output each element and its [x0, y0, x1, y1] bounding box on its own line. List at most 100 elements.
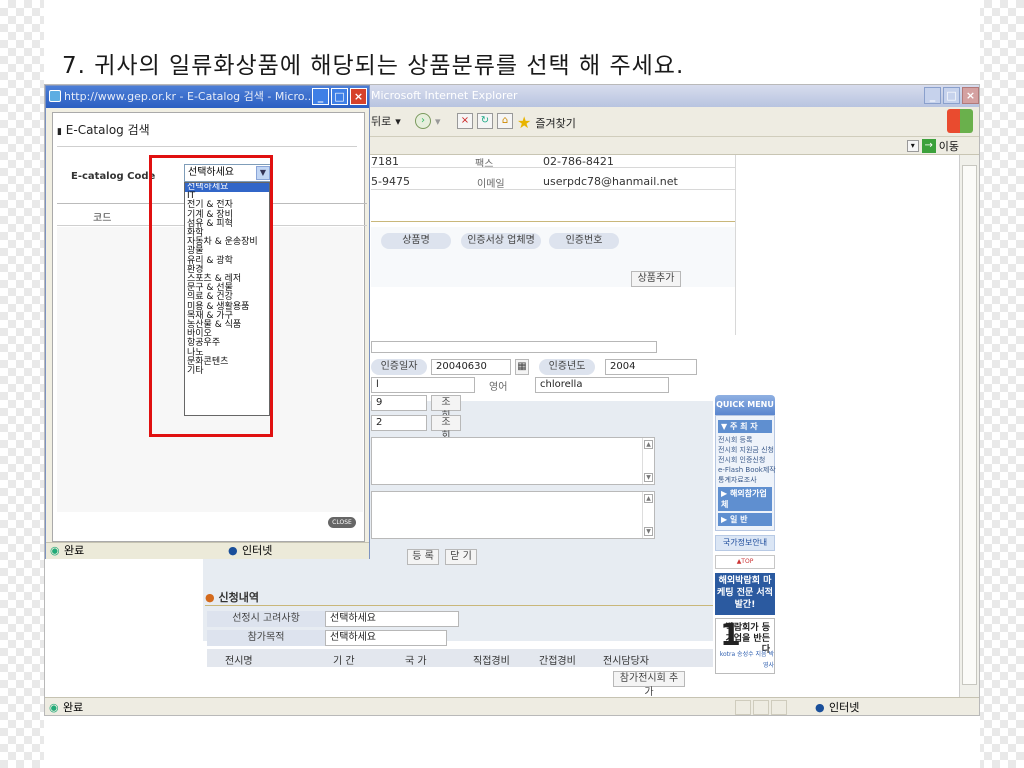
lookup-input[interactable]: 2	[371, 415, 427, 431]
maximize-button[interactable]: □	[943, 87, 960, 104]
cert-date-label: 인증일자	[371, 359, 427, 375]
popup-status-bar: ◉ 완료 ● 인터넷	[46, 542, 369, 559]
popup-maximize-button[interactable]: □	[331, 88, 348, 105]
refresh-icon: ↻	[477, 113, 493, 129]
add-product-button[interactable]: 상품추가	[631, 271, 681, 287]
code-header: 코드	[93, 213, 112, 224]
english-input[interactable]: chlorella	[535, 377, 669, 393]
mobile-value: 5-9475	[371, 175, 410, 188]
book-ad-card[interactable]: 1 박람회가 등기업을 반든다 kotra 송성수 지음 박영사	[715, 618, 775, 674]
divider	[205, 605, 713, 606]
popup-status-zone: 인터넷	[242, 544, 273, 557]
highlight-box	[149, 155, 273, 437]
cert-year-label: 인증년도	[539, 359, 595, 375]
purpose-select-value: 선택하세요	[330, 632, 376, 643]
refresh-button[interactable]: ↻	[477, 113, 493, 129]
exhibit-header: 전시명	[225, 656, 253, 667]
email-value: userpdc78@hanmail.net	[543, 175, 678, 188]
header-product-name: 상품명	[381, 233, 451, 249]
popup-close-button[interactable]: ×	[350, 88, 367, 105]
top-button[interactable]: ▲TOP	[715, 555, 775, 569]
quick-menu-item[interactable]: 전시회 지원금 신청	[718, 445, 774, 455]
status-done: 완료	[63, 701, 84, 714]
ie-title-text: Microsoft Internet Explorer	[371, 89, 518, 102]
ie-icon	[49, 90, 61, 102]
quick-menu-section[interactable]: ▼ 주 최 자	[718, 420, 772, 433]
consider-select-value: 선택하세요	[330, 613, 376, 624]
status-pane	[771, 700, 787, 715]
home-button[interactable]: ⌂	[497, 113, 513, 129]
page-scrollbar[interactable]	[959, 155, 979, 697]
stop-button[interactable]: ×	[457, 113, 473, 129]
book-ad-banner[interactable]: 해외박람회 마케팅 전문 서적 발간!	[715, 573, 775, 615]
text-input[interactable]	[371, 341, 657, 353]
quick-menu-header: QUICK MENU	[715, 395, 775, 415]
quick-menu-section[interactable]: ▶ 해외참가업체	[718, 487, 772, 511]
description-textarea[interactable]: ▲ ▼	[371, 491, 655, 539]
cert-date-input[interactable]: 20040630	[431, 359, 511, 375]
forward-button[interactable]: › ▾	[415, 113, 441, 129]
divider	[735, 155, 736, 335]
popup-heading: ▮ E-Catalog 검색	[57, 121, 150, 138]
exhibit-header: 국 가	[405, 656, 427, 667]
close-button[interactable]: ×	[962, 87, 979, 104]
dropdown-icon: ▾	[906, 140, 919, 152]
purpose-select[interactable]: 선택하세요	[325, 630, 447, 646]
page-done-icon: ◉	[50, 544, 60, 557]
minimize-button[interactable]: _	[924, 87, 941, 104]
go-label: 이동	[938, 140, 959, 153]
country-info-button[interactable]: 국가정보안내	[715, 535, 775, 551]
back-label: 뒤로	[371, 115, 392, 128]
popup-minimize-button[interactable]: _	[312, 88, 329, 105]
status-pane	[753, 700, 769, 715]
globe-icon: ●	[815, 701, 825, 714]
popup-title-bar: http://www.gep.or.kr - E-Catalog 검색 - Mi…	[46, 86, 369, 108]
close-form-button[interactable]: 닫 기	[445, 549, 477, 565]
consider-label: 선정시 고려사항	[207, 611, 325, 627]
ie-window-controls: _ □ ×	[924, 87, 979, 104]
application-title: ● 신청내역	[205, 589, 259, 605]
header-cert-number: 인증번호	[549, 233, 619, 249]
stop-icon: ×	[457, 113, 473, 129]
go-button[interactable]: ▾ → 이동	[906, 138, 959, 154]
calendar-icon[interactable]: ▦	[515, 359, 529, 375]
lookup-button[interactable]: 조 회	[431, 395, 461, 422]
globe-icon: ●	[228, 544, 238, 557]
forward-icon: ›	[415, 113, 431, 129]
bullet-icon: ●	[205, 591, 215, 604]
application-title-text: 신청내역	[218, 591, 259, 604]
popup-close-pill-button[interactable]: CLOSE	[328, 517, 356, 528]
slide-heading: 7. 귀사의 일류화상품에 해당되는 상품분류를 선택 해 주세요.	[62, 53, 685, 79]
divider	[57, 146, 357, 147]
exhibit-header: 직접경비	[473, 656, 510, 667]
add-exhibit-button[interactable]: 참가전시회 추가	[613, 671, 685, 698]
back-button[interactable]: 뒤로 ▾	[371, 113, 401, 129]
divider	[371, 189, 735, 190]
cert-year-input[interactable]: 2004	[605, 359, 697, 375]
popup-window-controls: _ □ ×	[312, 88, 367, 105]
screenshot-frame: Microsoft Internet Explorer _ □ × 뒤로 ▾ › ▾…	[44, 84, 980, 716]
divider	[371, 221, 735, 222]
textarea-scrollbar[interactable]: ▲ ▼	[642, 438, 654, 484]
quick-menu-item[interactable]: e-Flash Book제작	[718, 465, 776, 475]
quick-menu-section[interactable]: ▶ 일 반	[718, 513, 772, 526]
bullet-icon: ▮	[57, 127, 62, 137]
register-button[interactable]: 등 록	[407, 549, 439, 565]
ad-number: 1	[720, 618, 741, 653]
lookup-input[interactable]: 9	[371, 395, 427, 411]
ad-footer: kotra 송성수 지음 박영사	[719, 651, 774, 669]
quick-menu-body: ▼ 주 최 자 전시회 등록 전시회 지원금 신청 전시회 인증신청 e-Fla…	[715, 415, 776, 531]
quick-menu: QUICK MENU ▼ 주 최 자 전시회 등록 전시회 지원금 신청 전시회…	[715, 395, 776, 674]
quick-menu-item[interactable]: 전시회 인증신청	[718, 455, 772, 465]
favorites-button[interactable]: ★ 즐겨찾기	[517, 113, 576, 132]
scrollbar-thumb[interactable]	[962, 165, 977, 685]
quick-menu-item[interactable]: 전시회 등록	[718, 435, 772, 445]
status-pane	[735, 700, 751, 715]
consider-select[interactable]: 선택하세요	[325, 611, 459, 627]
textarea-scrollbar[interactable]: ▲ ▼	[642, 492, 654, 538]
description-textarea[interactable]: ▲ ▼	[371, 437, 655, 485]
lookup-button[interactable]: 조 회	[431, 415, 461, 442]
text-input[interactable]: l	[371, 377, 475, 393]
home-icon: ⌂	[497, 113, 513, 129]
quick-menu-item[interactable]: 통계자료조사	[718, 475, 772, 485]
